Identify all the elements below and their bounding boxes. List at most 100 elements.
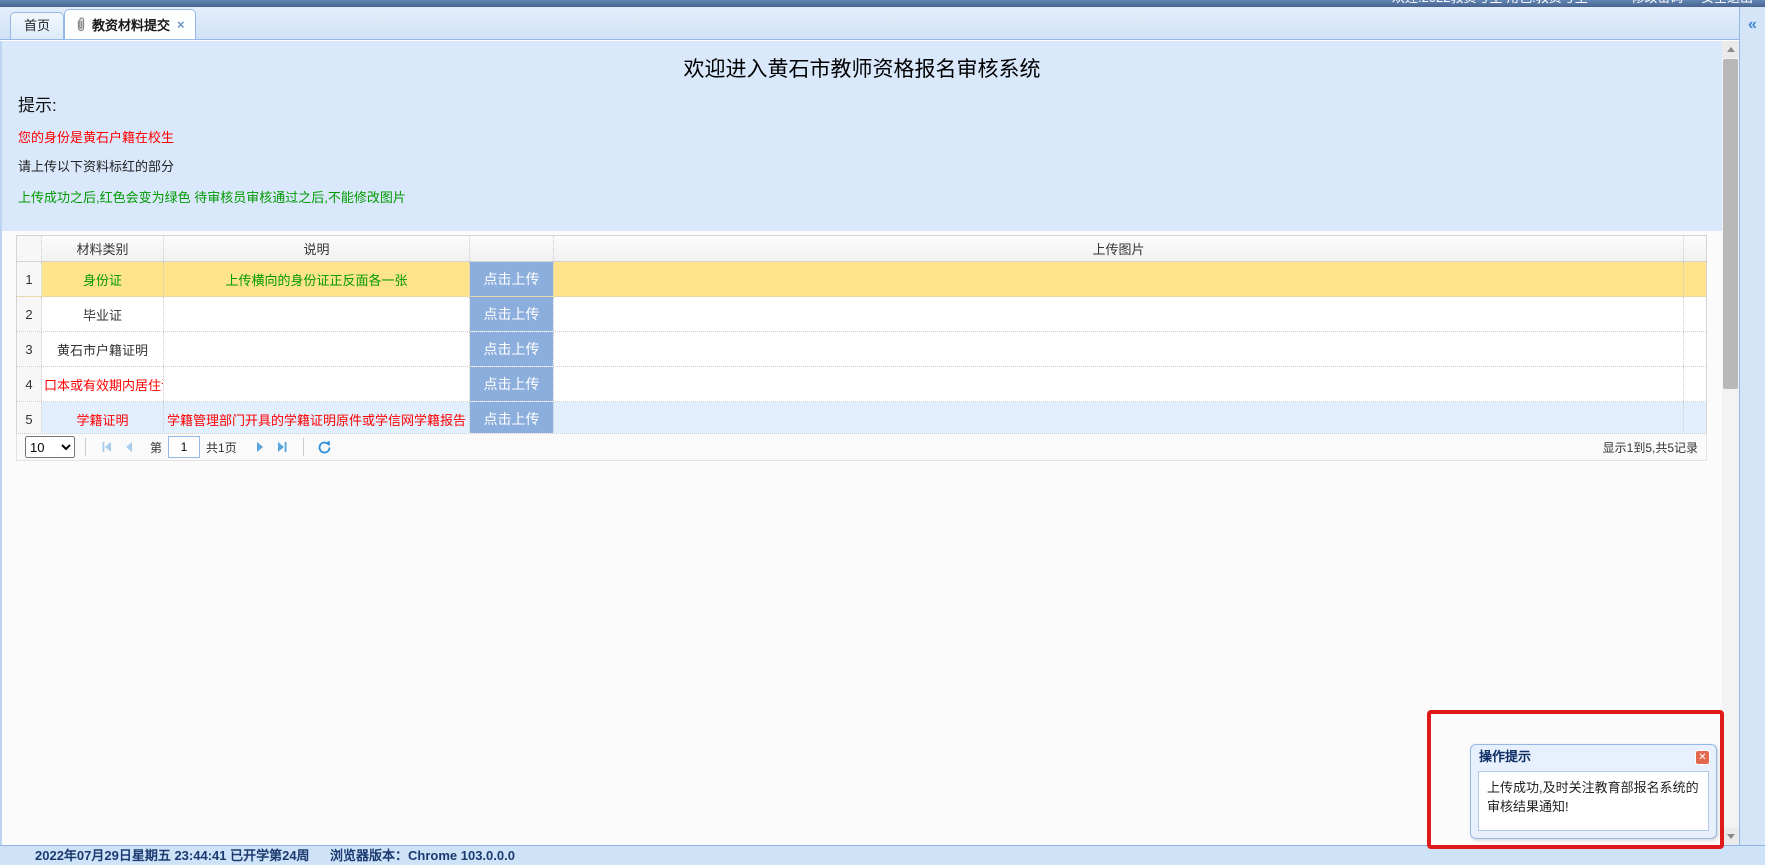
row-index: 4 [17,367,42,401]
header-description: 说明 [164,236,470,261]
row-index: 5 [17,402,42,436]
tab-home[interactable]: 首页 [10,12,64,39]
table-body: 1身份证上传横向的身份证正反面各一张点击上传2毕业证点击上传3黄石市户籍证明点击… [17,262,1706,436]
popup-message: 上传成功,及时关注教育部报名系统的审核结果通知! [1478,771,1709,831]
refresh-icon [317,440,332,455]
upload-button[interactable]: 点击上传 [470,367,553,401]
upload-cell: 点击上传 [470,297,554,331]
filler-cell [1684,332,1706,366]
upload-button[interactable]: 点击上传 [470,332,553,366]
pager-summary: 显示1到5,共5记录 [1603,439,1698,456]
upload-button[interactable]: 点击上传 [470,402,553,436]
tab-home-label: 首页 [24,18,50,33]
app-window: 欢迎:2022教资考生 角色:教资考生 修改密码 安全退出 首页 教资材料提交 … [0,0,1765,865]
page-prefix-label: 第 [150,439,162,456]
upload-button[interactable]: 点击上传 [470,262,553,296]
first-page-button[interactable] [96,436,118,458]
uploaded-image-cell [554,262,1684,296]
status-bar: 2022年07月29日星期五 23:44:41 已开学第24周 浏览器版本：Ch… [0,845,1765,865]
row-index: 3 [17,332,42,366]
uploaded-image-cell [554,332,1684,366]
hint-label: 提示: [18,91,57,116]
pager-divider [85,438,86,456]
header-category: 材料类别 [42,236,164,261]
page-title: 欢迎进入黄石市教师资格报名审核系统 [2,53,1722,83]
pager: 10 第 共1页 [16,433,1707,461]
scroll-up-button[interactable] [1722,41,1739,58]
row-description: 学籍管理部门开具的学籍证明原件或学信网学籍报告 [164,402,470,436]
prev-page-button[interactable] [118,436,140,458]
upload-button[interactable]: 点击上传 [470,297,553,331]
table-row[interactable]: 4户口本或有效期内居住证 点击上传 [17,367,1706,402]
filler-cell [1684,367,1706,401]
row-category: 学籍证明 [42,402,164,436]
logout-link[interactable]: 安全退出 [1701,0,1753,5]
scrollbar-thumb[interactable] [1723,59,1738,389]
table-header-row: 材料类别 说明 上传图片 [17,236,1706,262]
scroll-down-button[interactable] [1722,828,1739,845]
uploaded-image-cell [554,367,1684,401]
change-password-link[interactable]: 修改密码 [1631,0,1683,5]
table-row[interactable]: 2毕业证 点击上传 [17,297,1706,332]
row-description [164,367,470,401]
arrow-up-icon [1727,47,1735,52]
pager-divider [303,438,304,456]
collapse-button[interactable]: « [1744,17,1762,35]
content-panel: 欢迎进入黄石市教师资格报名审核系统 提示: 您的身份是黄石户籍在校生 请上传以下… [0,41,1722,845]
arrow-down-icon [1727,834,1735,839]
upload-cell: 点击上传 [470,262,554,296]
row-category: 毕业证 [42,297,164,331]
header-filler [1684,236,1706,261]
welcome-text: 欢迎:2022教资考生 角色:教资考生 [1392,0,1588,5]
vertical-scrollbar [1722,41,1739,845]
tab-close-icon[interactable]: × [177,17,185,32]
row-description [164,332,470,366]
popup-close-button[interactable]: ✕ [1695,750,1710,765]
next-page-icon [253,440,267,454]
filler-cell [1684,297,1706,331]
row-category: 身份证 [42,262,164,296]
header-image: 上传图片 [554,236,1684,261]
refresh-button[interactable] [314,436,336,458]
uploaded-image-cell [554,297,1684,331]
page-size-select[interactable]: 10 [25,436,75,458]
last-page-icon [275,440,289,454]
paperclip-icon [75,17,87,32]
success-hint: 上传成功之后,红色会变为绿色 待审核员审核通过之后,不能修改图片 [18,187,406,206]
page-count-label: 共1页 [206,439,237,456]
row-description [164,297,470,331]
popup-header: 操作提示 ✕ [1471,745,1716,769]
tab-bar: 首页 教资材料提交 × [0,7,1739,40]
popup-title: 操作提示 [1479,749,1531,764]
upload-cell: 点击上传 [470,402,554,436]
collapse-panel: « [1739,7,1765,845]
topbar-user-area: 欢迎:2022教资考生 角色:教资考生 修改密码 安全退出 [1392,0,1753,6]
uploaded-image-cell [554,402,1684,436]
row-category: 黄石市户籍证明 [42,332,164,366]
upload-hint: 请上传以下资料标红的部分 [18,156,174,175]
row-description: 上传横向的身份证正反面各一张 [164,262,470,296]
header-index [17,236,42,261]
header-upload [470,236,554,261]
row-index: 2 [17,297,42,331]
row-category: 户口本或有效期内居住证 [42,367,164,401]
first-page-icon [100,440,114,454]
table-row[interactable]: 5学籍证明学籍管理部门开具的学籍证明原件或学信网学籍报告点击上传 [17,402,1706,436]
table-row[interactable]: 1身份证上传横向的身份证正反面各一张点击上传 [17,262,1706,297]
last-page-button[interactable] [271,436,293,458]
materials-table: 材料类别 说明 上传图片 1身份证上传横向的身份证正反面各一张点击上传2毕业证点… [16,235,1707,437]
status-datetime: 2022年07月29日星期五 23:44:41 已开学第24周 [35,846,310,865]
filler-cell [1684,402,1706,436]
filler-cell [1684,262,1706,296]
tab-materials[interactable]: 教资材料提交 × [64,9,196,39]
upload-cell: 点击上传 [470,332,554,366]
next-page-button[interactable] [249,436,271,458]
upload-cell: 点击上传 [470,367,554,401]
table-row[interactable]: 3黄石市户籍证明 点击上传 [17,332,1706,367]
hint-area: 欢迎进入黄石市教师资格报名审核系统 提示: 您的身份是黄石户籍在校生 请上传以下… [2,41,1722,231]
row-index: 1 [17,262,42,296]
prev-page-icon [122,440,136,454]
status-browser-version: 浏览器版本：Chrome 103.0.0.0 [330,846,515,865]
identity-hint: 您的身份是黄石户籍在校生 [18,127,174,146]
page-number-input[interactable] [168,436,200,458]
